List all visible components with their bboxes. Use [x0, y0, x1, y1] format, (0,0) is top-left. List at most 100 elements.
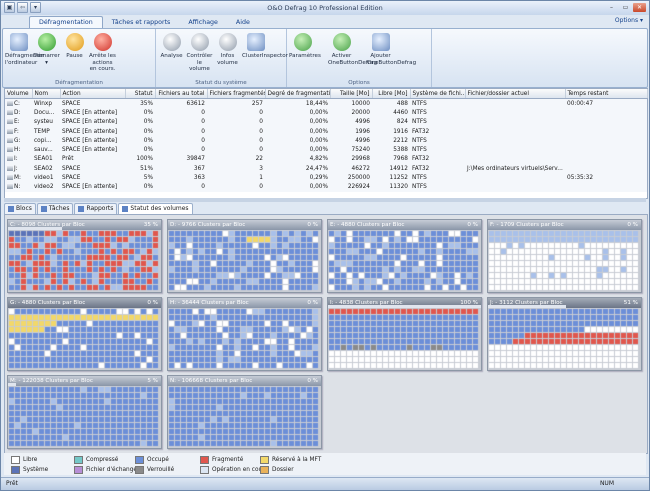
- table-cell: 00:00:47: [565, 98, 647, 109]
- column-header[interactable]: Temps restant: [565, 89, 648, 99]
- qat-dropdown-icon[interactable]: ▾: [30, 2, 41, 13]
- reports-icon: [78, 206, 85, 212]
- volume-block-panel[interactable]: F: - 1709 Clusters par Bloc 0 %: [487, 219, 642, 293]
- minimize-button[interactable]: –: [605, 3, 618, 12]
- cluster-map[interactable]: [328, 230, 481, 292]
- column-header[interactable]: Fichier/dossier actuel: [465, 89, 566, 99]
- options-menu[interactable]: Options ▾: [615, 17, 643, 24]
- cluster-map[interactable]: [8, 230, 161, 292]
- pause-icon: [65, 33, 84, 51]
- panel-progress-bar: [8, 383, 16, 386]
- table-cell: SPACE: [60, 173, 125, 183]
- tab-help[interactable]: Aide: [227, 17, 259, 28]
- table-cell: 367: [155, 164, 207, 174]
- column-header[interactable]: Action: [60, 89, 126, 99]
- legend-item: Verrouillé: [135, 466, 174, 474]
- table-cell: FAT32: [410, 154, 465, 165]
- table-cell: [565, 164, 647, 174]
- volume-block-panel[interactable]: M: - 122038 Clusters par Bloc 5 %: [7, 375, 162, 449]
- table-cell: [565, 126, 647, 137]
- volume-block-panel[interactable]: J: - 3112 Clusters par Bloc 51 %: [487, 297, 642, 371]
- column-header[interactable]: Statut: [125, 89, 156, 99]
- cluster-map[interactable]: [8, 308, 161, 370]
- table-cell: video1: [32, 173, 60, 183]
- table-cell: 0%: [125, 108, 155, 118]
- volume-block-panel[interactable]: G: - 4880 Clusters par Bloc 0 %: [7, 297, 162, 371]
- num-lock-indicator: NUM: [599, 480, 614, 487]
- table-cell: [565, 108, 647, 118]
- table-cell: SPACE [En attente]: [60, 117, 125, 127]
- table-cell: [565, 145, 647, 155]
- volume-block-panel[interactable]: N: - 106668 Clusters par Bloc 0 %: [167, 375, 322, 449]
- drive-icon: [7, 147, 13, 153]
- close-button[interactable]: ✕: [633, 3, 646, 12]
- panel-header: H: - 36444 Clusters par Bloc 0 %: [168, 298, 321, 308]
- settings-button[interactable]: Paramètres: [289, 33, 321, 66]
- volume-row[interactable]: C: Winxp SPACE 35% 63612 257 18,44% 10000 488 NTF…: [5, 98, 647, 109]
- column-header[interactable]: Nom: [32, 89, 61, 99]
- volume-row[interactable]: N: video2 SPACE [En attente] 0% 0 0 0,00% 22692…: [5, 182, 647, 192]
- cluster-map[interactable]: [168, 230, 321, 292]
- defrag-icon: [9, 33, 28, 51]
- volume-table: Volume Nom Action Statut Fichiers au total Fi…: [5, 89, 648, 192]
- cluster-map[interactable]: [488, 308, 641, 370]
- window-controls: – ▭ ✕: [605, 3, 646, 12]
- table-cell: 0: [207, 108, 265, 118]
- column-header[interactable]: Degré de fragmentation: [265, 89, 331, 99]
- volume-cell: C:: [5, 98, 32, 109]
- column-header[interactable]: Fichiers au total: [155, 89, 208, 99]
- activate-onebutton-button[interactable]: Activer OneButtonDefrag: [328, 33, 377, 66]
- volume-letter: E:: [14, 119, 20, 126]
- maximize-button[interactable]: ▭: [619, 3, 632, 12]
- volume-info-button[interactable]: Infos volume: [214, 33, 241, 73]
- cluster-map[interactable]: [168, 386, 321, 448]
- tab-tasks-reports[interactable]: Tâches et rapports: [103, 17, 180, 28]
- add-onebutton-button[interactable]: Ajouter OneButtonDefrag: [367, 33, 416, 66]
- table-cell: 4,82%: [265, 154, 330, 165]
- cluster-map[interactable]: [328, 308, 481, 370]
- cluster-map[interactable]: [488, 230, 641, 292]
- table-cell: 0,00%: [265, 145, 330, 155]
- add-icon: [371, 33, 390, 51]
- splitter[interactable]: [4, 198, 646, 202]
- analyse-button[interactable]: Analyse: [158, 33, 185, 73]
- app-menu-icon[interactable]: ▣: [4, 2, 15, 13]
- ribbon-button-label: Démarrer ▾: [33, 53, 60, 66]
- start-button[interactable]: Démarrer ▾: [33, 33, 60, 73]
- column-header[interactable]: Volume: [5, 89, 33, 99]
- tab-display[interactable]: Affichage: [179, 17, 227, 28]
- drive-icon: [7, 184, 13, 190]
- undo-icon[interactable]: ⇦: [17, 2, 28, 13]
- column-header[interactable]: Système de fichi...: [410, 89, 466, 99]
- volume-row[interactable]: D: Docu... SPACE [En attente] 0% 0 0 0,00% 2000…: [5, 108, 647, 118]
- cluster-map[interactable]: [168, 308, 321, 370]
- stop-button[interactable]: Arrête les actions en cours.: [89, 33, 116, 73]
- panel-header: N: - 106668 Clusters par Bloc 0 %: [168, 376, 321, 386]
- volume-row[interactable]: H: sauv... SPACE [En attente] 0% 0 0 0,00% 7524…: [5, 145, 647, 155]
- title-bar: ▣ ⇦ ▾ O&O Defrag 10 Professional Edition…: [1, 1, 649, 15]
- pause-button[interactable]: Pause: [61, 33, 88, 73]
- volume-row[interactable]: J: SEA02 SPACE 51% 367 3 24,47% 46272 14912 FAT32…: [5, 164, 647, 174]
- tab-defragmentation[interactable]: Défragmentation: [29, 16, 103, 28]
- volume-letter: I:: [14, 156, 18, 163]
- clusterinspector-button[interactable]: ClusterInspector: [242, 33, 288, 73]
- volume-row[interactable]: F: TEMP SPACE [En attente] 0% 0 0 0,00% 1996 191…: [5, 126, 647, 137]
- table-cell: NTFS: [410, 173, 465, 183]
- volume-row[interactable]: E: systeu SPACE [En attente] 0% 0 0 0,00% 4996 8…: [5, 117, 647, 127]
- column-header[interactable]: Libre [Mo]: [372, 89, 411, 99]
- volume-block-panel[interactable]: C: - 8098 Clusters par Bloc 35 %: [7, 219, 162, 293]
- volume-row[interactable]: M: video1 SPACE 5% 363 1 0,29% 250000 11252 NTFS 0…: [5, 173, 647, 183]
- check-volume-button[interactable]: Contrôler le volume: [186, 33, 213, 73]
- volume-row[interactable]: I: SEA01 Prêt 100% 39847 22 4,82% 29968 7968 FAT3…: [5, 154, 647, 165]
- column-header[interactable]: Taille [Mo]: [330, 89, 373, 99]
- info-icon: [218, 33, 237, 51]
- defrag-all-button[interactable]: Défragmenter l'ordinateur: [5, 33, 44, 73]
- cluster-map[interactable]: [8, 386, 161, 448]
- volume-row[interactable]: G: copi... SPACE [En attente] 0% 0 0 0,00% 4996…: [5, 136, 647, 146]
- column-header[interactable]: Fichiers fragmentés: [207, 89, 266, 99]
- volume-block-panel[interactable]: H: - 36444 Clusters par Bloc 0 %: [167, 297, 322, 371]
- volume-block-panel[interactable]: I: - 4838 Clusters par Bloc 100 %: [327, 297, 482, 371]
- volume-block-panel[interactable]: D: - 9766 Clusters par Bloc 0 %: [167, 219, 322, 293]
- volume-block-panel[interactable]: E: - 4880 Clusters par Bloc 0 %: [327, 219, 482, 293]
- table-cell: 0: [155, 145, 207, 155]
